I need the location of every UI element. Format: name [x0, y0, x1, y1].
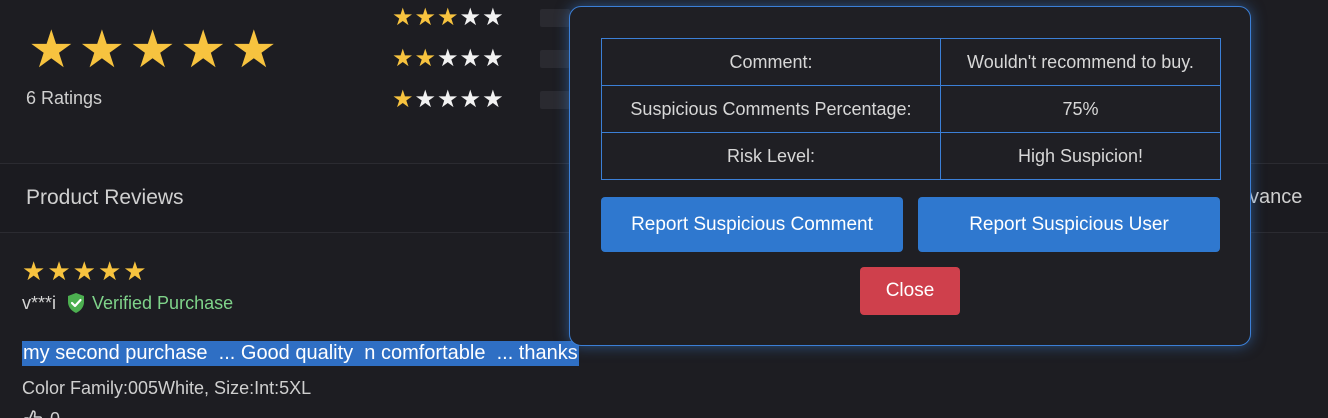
star-icon: ★ [392, 86, 414, 113]
star-icon: ★ [22, 256, 46, 286]
like-count: 0 [50, 409, 60, 418]
star-icon: ★ [414, 45, 437, 72]
ratings-count: 6 Ratings [26, 88, 103, 108]
star-icon: ★ [437, 86, 459, 113]
suspicious-comment-modal: Comment: Wouldn't recommend to buy. Susp… [569, 6, 1251, 346]
rating-distribution-bar [540, 91, 570, 109]
report-suspicious-comment-button[interactable]: Report Suspicious Comment [601, 197, 903, 252]
rating-distribution-bar [540, 9, 570, 27]
product-reviews-page: ★ ★ ★ ★ ★ 6 Ratings ★ ★ ★ ★ ★ ★ ★ ★ ★ ★ … [0, 0, 1328, 418]
review-rating-stars: ★ ★ ★ ★ ★ [22, 258, 147, 284]
reviews-title: Product Reviews [26, 186, 184, 209]
star-icon: ★ [459, 86, 482, 113]
review-variant: Color Family:005White, Size:Int:5XL [22, 378, 312, 398]
star-icon: ★ [414, 4, 437, 31]
star-icon: ★ [72, 256, 96, 286]
reviewer-name: v***i [22, 292, 57, 313]
table-row: Comment: Wouldn't recommend to buy. [601, 38, 1221, 86]
suspicious-percentage-value: 75% [940, 85, 1221, 133]
star-icon: ★ [437, 45, 459, 72]
rating-distribution-bar [540, 50, 570, 68]
reviewer-line: v***i Verified Purchase [22, 292, 233, 314]
star-icon: ★ [123, 256, 147, 286]
star-icon: ★ [179, 21, 227, 79]
suspicious-percentage-label: Suspicious Comments Percentage: [601, 85, 941, 133]
comment-value: Wouldn't recommend to buy. [940, 38, 1221, 86]
star-icon: ★ [392, 45, 414, 72]
suspicion-info-table: Comment: Wouldn't recommend to buy. Susp… [601, 38, 1221, 180]
star-icon: ★ [437, 4, 459, 31]
table-row: Risk Level: High Suspicion! [601, 132, 1221, 180]
risk-level-label: Risk Level: [601, 132, 941, 180]
star-icon: ★ [230, 21, 278, 79]
star-icon: ★ [459, 45, 482, 72]
risk-level-value: High Suspicion! [940, 132, 1221, 180]
star-icon: ★ [482, 4, 504, 31]
star-icon: ★ [97, 256, 122, 286]
star-icon: ★ [28, 21, 75, 79]
rating-distribution-row-1: ★ ★ ★ ★ ★ [392, 86, 570, 113]
rating-distribution-row-2: ★ ★ ★ ★ ★ [392, 45, 570, 72]
star-icon: ★ [482, 86, 504, 113]
star-icon: ★ [78, 21, 126, 79]
star-icon: ★ [414, 86, 437, 113]
verified-shield-icon [68, 293, 85, 313]
report-suspicious-user-button[interactable]: Report Suspicious User [918, 197, 1220, 252]
verified-purchase-label: Verified Purchase [92, 292, 234, 313]
comment-label: Comment: [601, 38, 941, 86]
like-button[interactable]: 0 [22, 408, 60, 418]
overall-rating-stars: ★ ★ ★ ★ ★ [28, 24, 277, 76]
star-icon: ★ [392, 4, 414, 31]
review-text: my second purchase ... Good quality n co… [22, 341, 579, 366]
sort-dropdown[interactable]: vance [1249, 186, 1302, 209]
star-icon: ★ [47, 256, 71, 286]
star-icon: ★ [482, 45, 504, 72]
close-button[interactable]: Close [860, 267, 960, 315]
star-icon: ★ [459, 4, 482, 31]
star-icon: ★ [129, 21, 176, 79]
thumbs-up-icon [24, 410, 43, 418]
rating-distribution-row-3: ★ ★ ★ ★ ★ [392, 4, 570, 31]
table-row: Suspicious Comments Percentage: 75% [601, 85, 1221, 133]
